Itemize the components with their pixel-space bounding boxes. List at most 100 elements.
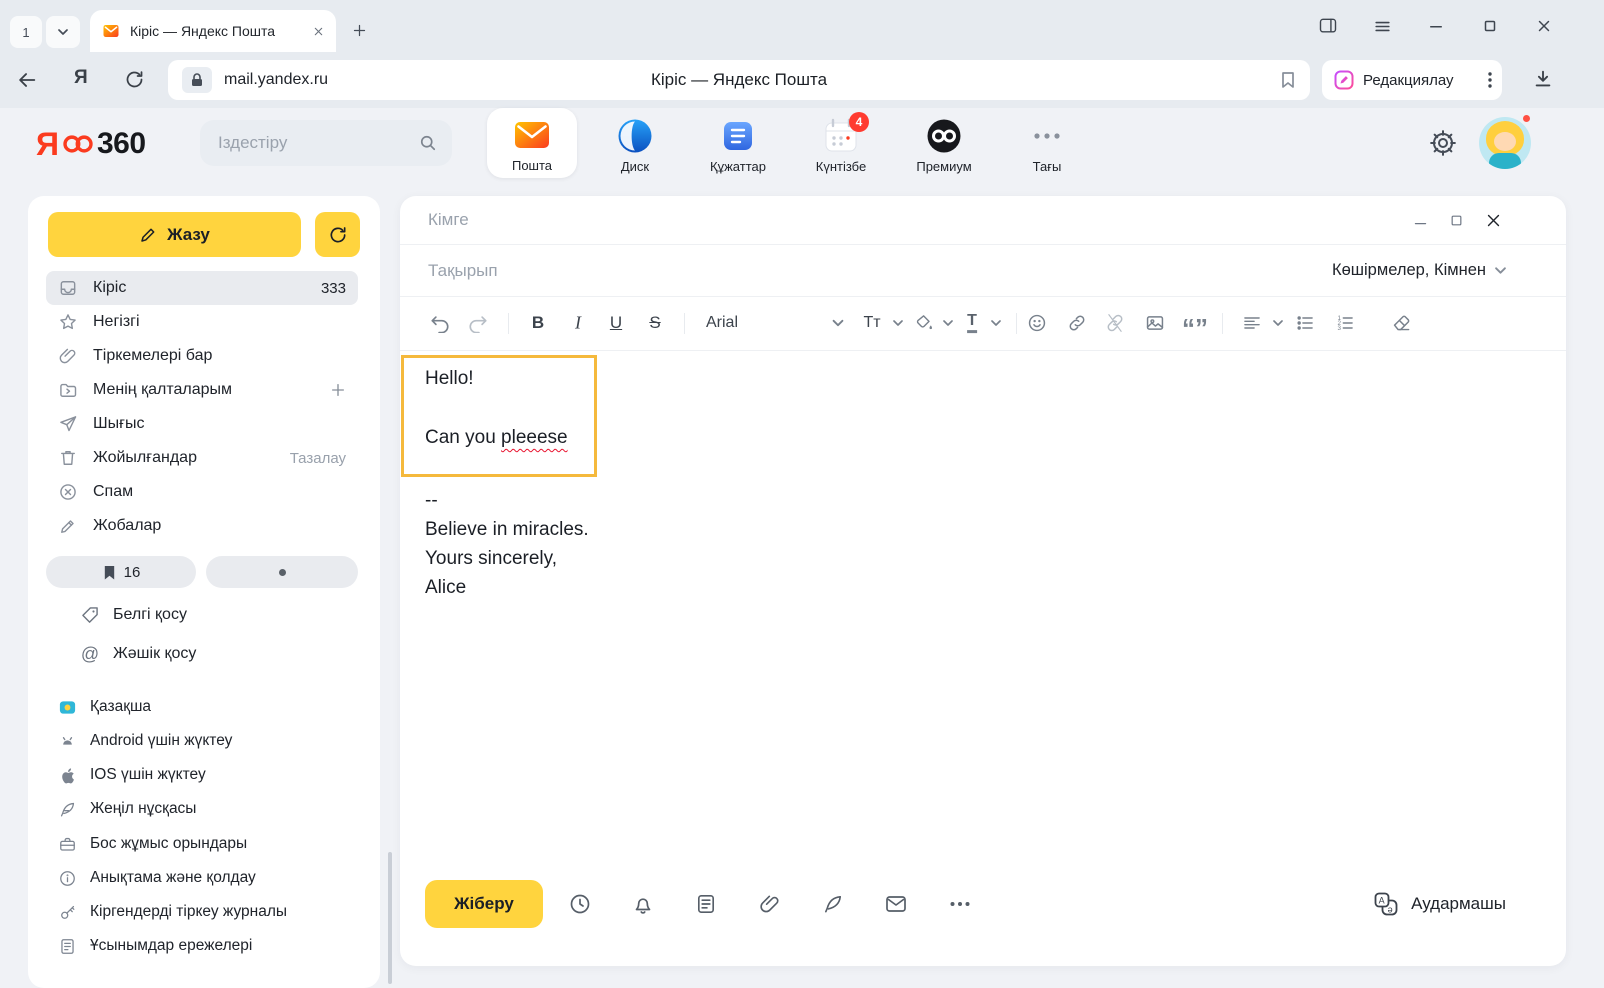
compose-button[interactable]: Жазу	[48, 212, 301, 257]
bold-button[interactable]: B	[532, 313, 544, 333]
align-icon[interactable]	[1242, 313, 1262, 333]
schedule-send-icon[interactable]	[568, 892, 592, 916]
quote-icon[interactable]: “”	[1182, 313, 1208, 333]
template-icon[interactable]	[695, 893, 718, 916]
font-size-chevron-icon[interactable]	[893, 320, 903, 326]
insert-link-icon[interactable]	[1067, 313, 1088, 334]
font-family-chevron-icon[interactable]	[833, 320, 844, 327]
compose-expand-icon[interactable]	[1450, 214, 1463, 227]
redo-icon[interactable]	[467, 313, 489, 333]
subject-input[interactable]	[428, 261, 1278, 281]
side-panel-icon[interactable]	[1318, 16, 1338, 36]
service-disk[interactable]: Диск	[590, 110, 680, 174]
search-input[interactable]	[218, 120, 408, 166]
window-maximize-icon[interactable]	[1480, 16, 1500, 36]
sidebar-item-trash[interactable]: Жойылғандар Тазалау	[46, 441, 358, 475]
bullet-list-icon[interactable]	[1295, 313, 1315, 333]
translator-button[interactable]: А ә Аудармашы	[1373, 880, 1506, 928]
sidebar-item-with-attachments[interactable]: Тіркемелері бар	[46, 339, 358, 373]
add-label-action[interactable]: Белгі қосу	[80, 598, 358, 632]
attach-file-icon[interactable]	[759, 893, 782, 916]
italic-button[interactable]: I	[575, 313, 581, 334]
numbered-list-icon[interactable]: 123	[1335, 313, 1355, 333]
compose-close-icon[interactable]	[1485, 212, 1502, 229]
service-calendar[interactable]: 4 Күнтізбе	[796, 110, 886, 174]
clear-trash-action[interactable]: Тазалау	[290, 450, 346, 467]
undo-icon[interactable]	[429, 313, 451, 333]
sidebar-scrollbar[interactable]	[388, 852, 392, 984]
add-mailbox-action[interactable]: @ Жәшік қосу	[80, 637, 358, 671]
sidebar-item-spam[interactable]: Спам	[46, 475, 358, 509]
vacancies-link[interactable]: Бос жұмыс орындары	[58, 827, 368, 861]
cc-from-toggle[interactable]: Көшірмелер, Кімнен	[1332, 245, 1506, 296]
sidebar-item-drafts[interactable]: Жобалар	[46, 509, 358, 543]
strikethrough-button[interactable]: S	[649, 313, 660, 333]
remove-link-icon[interactable]	[1105, 313, 1126, 334]
signature-line-1[interactable]: Believe in miracles.	[425, 519, 589, 541]
service-more[interactable]: Тағы	[1002, 110, 1092, 174]
sidebar-item-inbox[interactable]: Кіріс 333	[46, 271, 358, 305]
edit-mode-button[interactable]: Редакциялау	[1322, 60, 1502, 100]
reminder-bell-icon[interactable]	[631, 892, 655, 916]
tab-close-icon[interactable]	[313, 26, 324, 37]
login-journal-link[interactable]: Кіргендерді тіркеу журналы	[58, 895, 368, 929]
global-search[interactable]	[200, 120, 452, 166]
signature-line-3[interactable]: Alice	[425, 577, 466, 599]
yandex-360-logo[interactable]: Я 360	[36, 124, 146, 164]
send-button[interactable]: Жіберу	[425, 880, 543, 928]
underline-button[interactable]: U	[610, 313, 622, 333]
pen-icon[interactable]	[822, 893, 845, 916]
reload-icon[interactable]	[124, 69, 145, 90]
signature-line-2[interactable]: Yours sincerely,	[425, 548, 557, 570]
new-tab-button[interactable]	[344, 15, 374, 45]
service-mail[interactable]: Пошта	[487, 108, 577, 178]
ios-download-link[interactable]: IOS үшін жүктеу	[58, 758, 368, 792]
more-options-icon[interactable]	[950, 902, 970, 907]
workspace-button[interactable]: 1	[10, 16, 42, 48]
sidebar-item-sent[interactable]: Шығыс	[46, 407, 358, 441]
light-version-link[interactable]: Жеңіл нұсқасы	[58, 792, 368, 826]
search-icon[interactable]	[418, 133, 438, 153]
help-support-link[interactable]: Анықтама және қолдау	[58, 861, 368, 895]
recommendation-rules-link[interactable]: Ұсынымдар ережелері	[58, 929, 368, 963]
bookmark-icon[interactable]	[1280, 71, 1296, 89]
browser-menu-icon[interactable]	[1372, 16, 1392, 36]
dot-filter-pill[interactable]	[206, 556, 358, 588]
eraser-icon[interactable]	[1392, 313, 1413, 334]
sidebar-item-primary[interactable]: Негізгі	[46, 305, 358, 339]
address-bar[interactable]: mail.yandex.ru Кіріс — Яндекс Пошта	[168, 60, 1310, 100]
text-color-chevron-icon[interactable]	[991, 320, 1001, 326]
yandex-home-button[interactable]: Я	[74, 67, 88, 89]
sidebar-item-my-folders[interactable]: Менің қалталарым	[46, 373, 358, 407]
align-chevron-icon[interactable]	[1273, 320, 1283, 326]
back-icon[interactable]	[16, 69, 38, 91]
font-family-dropdown[interactable]: Arial	[706, 314, 738, 332]
bookmark-filter-pill[interactable]: 16	[46, 556, 196, 588]
browser-tab[interactable]: Кіріс — Яндекс Пошта	[90, 10, 336, 52]
settings-gear-icon[interactable]	[1428, 128, 1458, 158]
window-close-icon[interactable]	[1534, 16, 1554, 36]
android-download-link[interactable]: Android үшін жүктеу	[58, 724, 368, 758]
downloads-icon[interactable]	[1532, 68, 1554, 90]
to-input[interactable]	[428, 210, 1338, 230]
service-docs[interactable]: Құжаттар	[693, 110, 783, 174]
service-premium[interactable]: Премиум	[899, 110, 989, 174]
workspace-dropdown[interactable]	[46, 16, 80, 48]
font-size-dropdown[interactable]: Tт	[863, 314, 880, 332]
window-minimize-icon[interactable]	[1426, 16, 1446, 36]
envelope-icon[interactable]	[884, 892, 908, 916]
text-color-button[interactable]: T	[967, 313, 977, 333]
emoji-icon[interactable]	[1027, 313, 1048, 334]
add-folder-icon[interactable]	[330, 382, 346, 398]
highlight-color-button[interactable]	[914, 313, 934, 333]
language-link[interactable]: Қазақша	[58, 690, 368, 724]
highlight-chevron-icon[interactable]	[943, 320, 953, 326]
insert-image-icon[interactable]	[1145, 313, 1166, 334]
compose-minimize-icon[interactable]	[1413, 213, 1428, 228]
site-security-chip[interactable]	[182, 67, 212, 93]
signature-separator[interactable]: --	[425, 490, 438, 512]
service-label: Премиум	[899, 159, 989, 174]
kebab-menu-icon[interactable]	[1488, 72, 1492, 88]
avatar[interactable]	[1479, 117, 1531, 169]
refresh-button[interactable]	[315, 212, 360, 257]
